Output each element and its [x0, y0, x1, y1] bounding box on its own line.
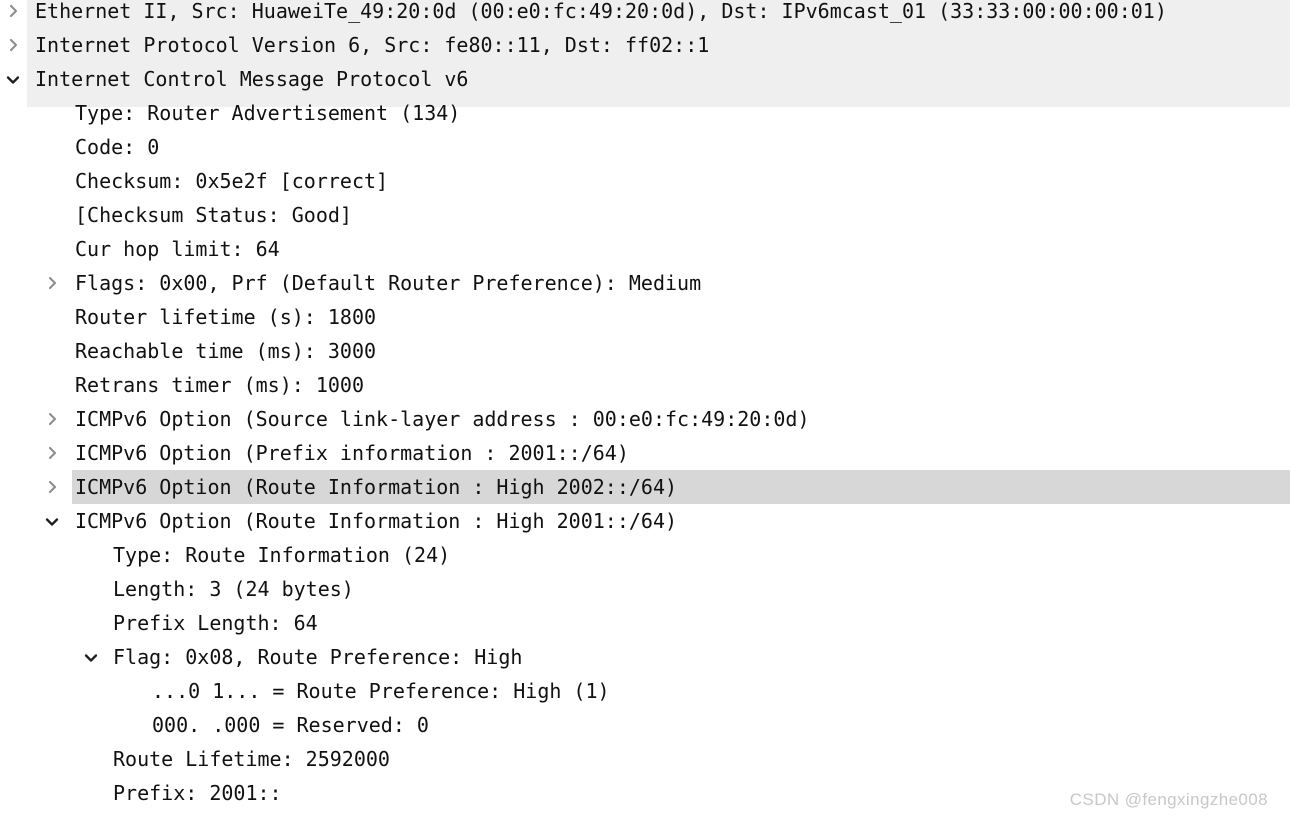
tree-row[interactable]: 000. .000 = Reserved: 0 — [0, 708, 1290, 742]
packet-details-pane: Ethernet II, Src: HuaweiTe_49:20:0d (00:… — [0, 0, 1290, 824]
tree-row[interactable]: Internet Protocol Version 6, Src: fe80::… — [0, 28, 1290, 62]
tree-row-label: ICMPv6 Option (Route Information : High … — [75, 509, 678, 533]
tree-row-label: 000. .000 = Reserved: 0 — [152, 713, 429, 737]
chevron-right-icon[interactable] — [2, 28, 24, 62]
tree-row[interactable]: ICMPv6 Option (Route Information : High … — [0, 470, 1290, 504]
tree-row-label: Prefix: 2001:: — [113, 781, 282, 805]
tree-row-label: Flag: 0x08, Route Preference: High — [113, 645, 523, 669]
tree-row[interactable]: Route Lifetime: 2592000 — [0, 742, 1290, 776]
tree-row[interactable]: Type: Router Advertisement (134) — [0, 96, 1290, 130]
tree-row-label: ...0 1... = Route Preference: High (1) — [152, 679, 610, 703]
tree-row-label: Internet Control Message Protocol v6 — [35, 67, 469, 91]
tree-row-label: Type: Router Advertisement (134) — [75, 101, 461, 125]
tree-row-label: Flags: 0x00, Prf (Default Router Prefere… — [75, 271, 702, 295]
tree-row-label: Type: Route Information (24) — [113, 543, 451, 567]
tree-row-label: Cur hop limit: 64 — [75, 237, 280, 261]
tree-row-label: ICMPv6 Option (Prefix information : 2001… — [75, 441, 629, 465]
chevron-right-icon[interactable] — [2, 0, 24, 28]
tree-row[interactable]: [Checksum Status: Good] — [0, 198, 1290, 232]
tree-row-label: Router lifetime (s): 1800 — [75, 305, 377, 329]
tree-row-label: Length: 3 (24 bytes) — [113, 577, 354, 601]
tree-row[interactable]: Internet Control Message Protocol v6 — [0, 62, 1290, 96]
tree-row[interactable]: Checksum: 0x5e2f [correct] — [0, 164, 1290, 198]
tree-row-label: Ethernet II, Src: HuaweiTe_49:20:0d (00:… — [35, 0, 1167, 23]
tree-row-label: Internet Protocol Version 6, Src: fe80::… — [35, 33, 710, 57]
chevron-down-icon[interactable] — [41, 504, 63, 538]
packet-detail-tree[interactable]: Ethernet II, Src: HuaweiTe_49:20:0d (00:… — [0, 0, 1290, 810]
tree-row[interactable]: Prefix Length: 64 — [0, 606, 1290, 640]
tree-row[interactable]: Reachable time (ms): 3000 — [0, 334, 1290, 368]
tree-row[interactable]: Flags: 0x00, Prf (Default Router Prefere… — [0, 266, 1290, 300]
tree-row[interactable]: ICMPv6 Option (Route Information : High … — [0, 504, 1290, 538]
tree-row[interactable]: Length: 3 (24 bytes) — [0, 572, 1290, 606]
tree-row[interactable]: Retrans timer (ms): 1000 — [0, 368, 1290, 402]
tree-row[interactable]: Flag: 0x08, Route Preference: High — [0, 640, 1290, 674]
chevron-right-icon[interactable] — [41, 266, 63, 300]
tree-row-label: ICMPv6 Option (Route Information : High … — [75, 475, 678, 499]
tree-row[interactable]: Type: Route Information (24) — [0, 538, 1290, 572]
chevron-down-icon[interactable] — [2, 62, 24, 96]
chevron-down-icon[interactable] — [80, 640, 102, 674]
tree-row[interactable]: ICMPv6 Option (Prefix information : 2001… — [0, 436, 1290, 470]
tree-row-label: Route Lifetime: 2592000 — [113, 747, 390, 771]
tree-row-label: Reachable time (ms): 3000 — [75, 339, 377, 363]
tree-row-label: Retrans timer (ms): 1000 — [75, 373, 364, 397]
tree-row-label: Prefix Length: 64 — [113, 611, 318, 635]
tree-row[interactable]: Router lifetime (s): 1800 — [0, 300, 1290, 334]
tree-row[interactable]: Code: 0 — [0, 130, 1290, 164]
tree-row[interactable]: Cur hop limit: 64 — [0, 232, 1290, 266]
csdn-watermark: CSDN @fengxingzhe008 — [1069, 790, 1268, 809]
tree-row-label: [Checksum Status: Good] — [75, 203, 352, 227]
tree-row-label: ICMPv6 Option (Source link-layer address… — [75, 407, 810, 431]
chevron-right-icon[interactable] — [41, 436, 63, 470]
tree-row[interactable]: Ethernet II, Src: HuaweiTe_49:20:0d (00:… — [0, 0, 1290, 28]
tree-row-label: Checksum: 0x5e2f [correct] — [75, 169, 389, 193]
chevron-right-icon[interactable] — [41, 470, 63, 504]
chevron-right-icon[interactable] — [41, 402, 63, 436]
tree-row[interactable]: ICMPv6 Option (Source link-layer address… — [0, 402, 1290, 436]
tree-row[interactable]: ...0 1... = Route Preference: High (1) — [0, 674, 1290, 708]
tree-row-label: Code: 0 — [75, 135, 160, 159]
